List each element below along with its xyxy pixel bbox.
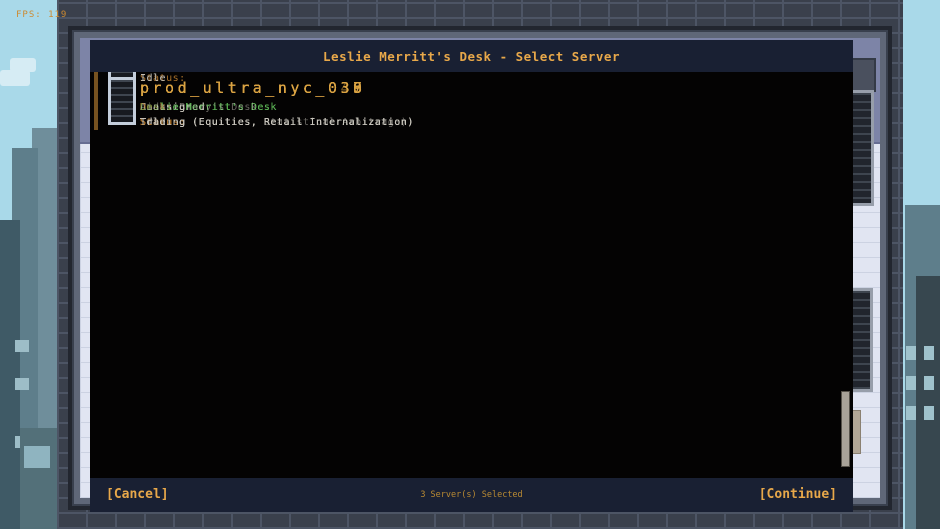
building-window (924, 406, 934, 420)
building-window (924, 346, 934, 360)
server-icon (108, 77, 136, 125)
building-window (906, 406, 916, 420)
continue-button[interactable]: [Continue] (759, 487, 837, 502)
building-window (924, 376, 934, 390)
desk-value: Aidan Brady's Desk (140, 102, 258, 113)
cloud (10, 58, 36, 72)
cancel-button[interactable]: [Cancel] (106, 487, 169, 502)
building-window (15, 340, 29, 352)
selected-count: 3 Server(s) Selected (420, 490, 523, 500)
scrollbar-thumb[interactable] (841, 391, 850, 467)
building-silhouette (0, 220, 20, 529)
building-silhouette (20, 428, 57, 529)
server-name: prod_ultra_nyc_040 (140, 79, 366, 97)
server-row[interactable]: prod_ultra_nyc_040 Desk: Aidan Brady's De… (94, 72, 407, 130)
fps-counter: FPS: 119 (16, 10, 68, 20)
cloud (0, 70, 30, 86)
dialog-title: Leslie Merritt's Desk - Select Server (323, 49, 620, 64)
server-list: Status:Idle Order Capacity: 100,000/s pr… (90, 72, 853, 478)
building-window (906, 376, 916, 390)
building-window (15, 378, 29, 390)
status-value: Trading (Equities, Statistical Arbitrage… (140, 117, 408, 128)
building-window (24, 446, 50, 468)
building-silhouette (916, 276, 940, 529)
dialog-footer: [Cancel] 3 Server(s) Selected [Continue] (90, 478, 853, 512)
select-server-dialog: Leslie Merritt's Desk - Select Server St… (90, 40, 853, 512)
game-screen: FPS: 119 Leslie Merritt's Desk - Select … (0, 0, 940, 529)
building-window (906, 346, 916, 360)
dialog-header: Leslie Merritt's Desk - Select Server (90, 40, 853, 72)
